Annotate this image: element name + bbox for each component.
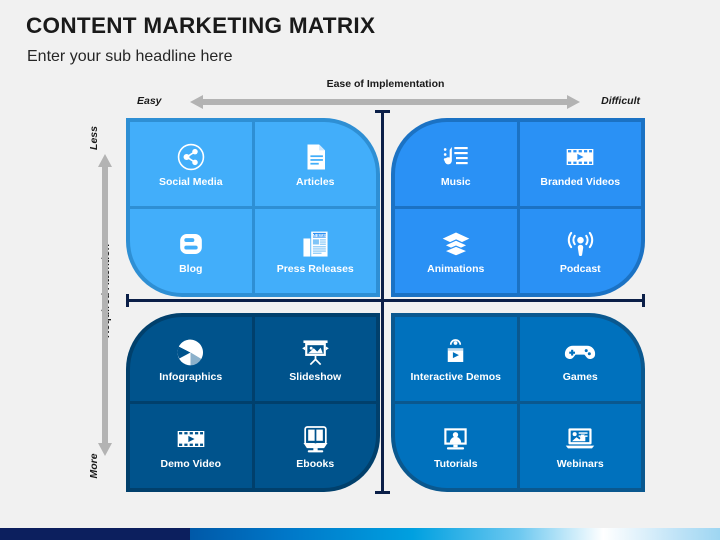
matrix-divider-vertical [381, 110, 384, 494]
document-icon [297, 139, 333, 175]
interactive-play-icon [438, 334, 474, 370]
presentation-screen-icon [297, 334, 333, 370]
x-axis-right-label: Difficult [601, 95, 640, 107]
podcast-icon [562, 226, 598, 262]
gamepad-icon [562, 334, 598, 370]
matrix-cell-label: Branded Videos [540, 176, 621, 189]
matrix-cell-blog[interactable]: Blog [130, 209, 252, 293]
horizontal-axis: Ease of Implementation Easy Difficult [126, 78, 645, 114]
matrix-cell-label: Articles [295, 176, 335, 189]
open-book-icon [297, 421, 333, 457]
matrix-cell-tutorials[interactable]: Tutorials [395, 404, 517, 488]
matrix-cell-podcast[interactable]: Podcast [519, 209, 641, 293]
matrix-cell-interactive-demos[interactable]: Interactive Demos [395, 317, 517, 401]
matrix-cell-label: Webinars [556, 458, 604, 471]
matrix-cell-webinars[interactable]: Webinars [519, 404, 641, 488]
pie-chart-icon [173, 334, 209, 370]
newspaper-icon: NEWS [297, 226, 333, 262]
matrix-cell-label: Ebooks [296, 458, 335, 471]
matrix-cell-label: Animations [427, 263, 485, 276]
matrix-cell-slideshow[interactable]: Slideshow [254, 317, 376, 401]
footer-gradient-segment [190, 528, 720, 540]
matrix-cell-label: Interactive Demos [410, 371, 501, 384]
vertical-double-arrow-icon [98, 154, 112, 456]
layers-icon [438, 226, 474, 262]
matrix-cell-label: Infographics [159, 371, 223, 384]
matrix-cell-label: Tutorials [433, 458, 478, 471]
matrix-cell-label: Podcast [559, 263, 601, 276]
page-subtitle: Enter your sub headline here [27, 48, 233, 65]
horizontal-double-arrow-icon [190, 95, 580, 109]
matrix-cell-label: Games [562, 371, 598, 384]
vertical-axis: Required Attention Less More [78, 118, 124, 492]
x-axis-title: Ease of Implementation [326, 78, 445, 90]
matrix-cell-social-media[interactable]: Social Media [130, 122, 252, 206]
quadrant-bottom-left: Infographics Slideshow Demo Video Ebooks [126, 313, 380, 492]
matrix-cell-animations[interactable]: Animations [395, 209, 517, 293]
matrix-cell-label: Press Releases [276, 263, 354, 276]
matrix-cell-ebooks[interactable]: Ebooks [254, 404, 376, 488]
matrix-cell-demo-video[interactable]: Demo Video [130, 404, 252, 488]
quadrant-bottom-right: Interactive Demos Games Tutorials Webina… [391, 313, 645, 492]
footer-navy-segment [0, 528, 190, 540]
matrix-divider-vertical-cap-bottom [375, 491, 390, 494]
matrix-divider-horizontal [126, 299, 645, 302]
content-marketing-matrix: Social Media Articles Blog NEWS Press Re… [126, 118, 645, 492]
matrix-cell-games[interactable]: Games [519, 317, 641, 401]
matrix-divider-horizontal-cap-right [642, 294, 645, 307]
matrix-cell-label: Music [440, 176, 471, 189]
film-play-icon [173, 421, 209, 457]
laptop-presentation-icon [562, 421, 598, 457]
x-axis-left-label: Easy [137, 95, 162, 107]
y-axis-top-label: Less [88, 126, 100, 150]
share-icon [173, 139, 209, 175]
page-title: CONTENT MARKETING MATRIX [26, 13, 376, 38]
matrix-cell-infographics[interactable]: Infographics [130, 317, 252, 401]
matrix-divider-vertical-cap-top [375, 110, 390, 113]
footer-bar [0, 528, 720, 540]
quadrant-top-left: Social Media Articles Blog NEWS Press Re… [126, 118, 380, 297]
matrix-cell-label: Demo Video [160, 458, 222, 471]
matrix-cell-label: Slideshow [289, 371, 342, 384]
matrix-cell-press-releases[interactable]: NEWS Press Releases [254, 209, 376, 293]
matrix-cell-label: Social Media [158, 176, 223, 189]
matrix-cell-articles[interactable]: Articles [254, 122, 376, 206]
matrix-cell-branded-videos[interactable]: Branded Videos [519, 122, 641, 206]
svg-text:NEWS: NEWS [312, 232, 325, 237]
matrix-cell-music[interactable]: Music [395, 122, 517, 206]
matrix-cell-label: Blog [179, 263, 203, 276]
quadrant-top-right: Music Branded Videos Animations Podcast [391, 118, 645, 297]
film-play-icon [562, 139, 598, 175]
blogger-icon [173, 226, 209, 262]
music-note-icon [438, 139, 474, 175]
monitor-person-icon [438, 421, 474, 457]
matrix-divider-horizontal-cap-left [126, 294, 129, 307]
